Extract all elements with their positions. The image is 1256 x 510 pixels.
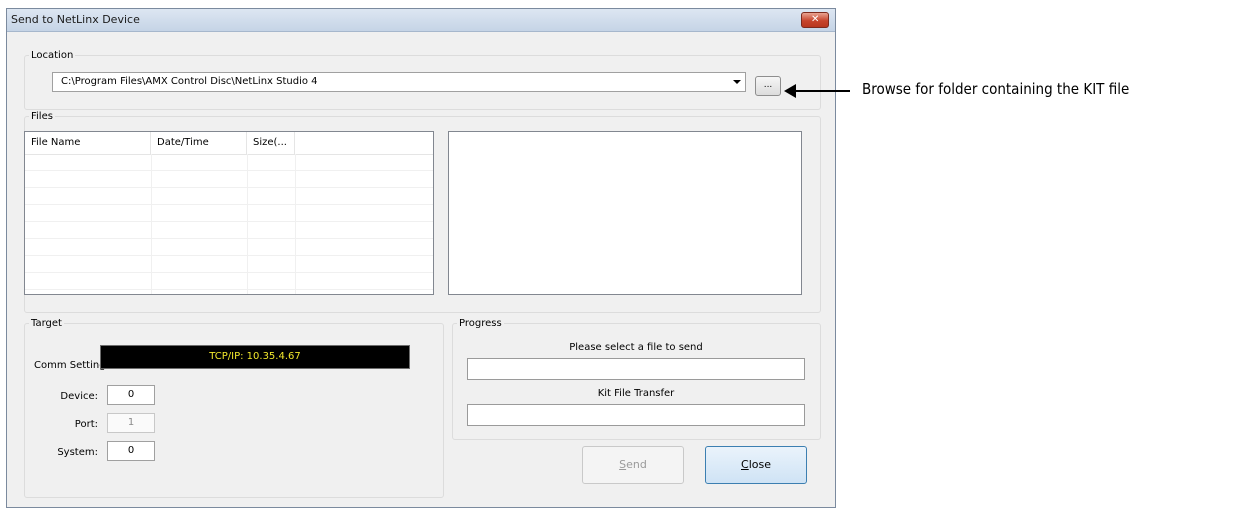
kit-transfer-label: Kit File Transfer: [597, 388, 675, 399]
list-row: [25, 222, 433, 239]
list-row: [25, 205, 433, 222]
window-title: Send to NetLinx Device: [11, 13, 140, 26]
files-legend: Files: [31, 111, 53, 122]
comm-setting-label: Comm Setting:: [34, 360, 109, 371]
list-row: [25, 273, 433, 290]
list-row: [25, 239, 433, 256]
files-list-header: File Name Date/Time Size(...: [25, 132, 433, 155]
progress-legend: Progress: [459, 318, 502, 329]
comm-setting-display[interactable]: TCP/IP: 10.35.4.67: [100, 345, 410, 369]
chevron-down-icon[interactable]: [733, 80, 741, 84]
target-legend: Target: [31, 318, 62, 329]
column-file-name[interactable]: File Name: [25, 132, 151, 154]
column-date-time[interactable]: Date/Time: [151, 132, 247, 154]
kit-progress-bar: [467, 404, 805, 426]
file-details-pane[interactable]: [448, 131, 802, 295]
system-label: System:: [57, 447, 98, 458]
browse-folder-button[interactable]: ...: [755, 76, 781, 96]
location-path-combobox[interactable]: C:\Program Files\AMX Control Disc\NetLin…: [52, 72, 746, 92]
location-legend: Location: [31, 50, 74, 61]
callout-text: Browse for folder containing the KIT fil…: [862, 80, 1130, 98]
window-close-button[interactable]: [801, 12, 829, 28]
send-label-rest: end: [626, 458, 647, 471]
column-size[interactable]: Size(...: [247, 132, 295, 154]
send-button[interactable]: Send: [582, 446, 684, 484]
title-bar: Send to NetLinx Device: [7, 9, 835, 32]
device-field[interactable]: 0: [107, 385, 155, 405]
system-field[interactable]: 0: [107, 441, 155, 461]
progress-status-text: Please select a file to send: [569, 342, 703, 353]
column-empty[interactable]: [295, 132, 433, 154]
port-label: Port:: [74, 419, 98, 430]
list-row: [25, 188, 433, 205]
close-button[interactable]: Close: [705, 446, 807, 484]
files-list[interactable]: File Name Date/Time Size(...: [24, 131, 434, 295]
device-label: Device:: [60, 391, 98, 402]
callout-arrow-line: [794, 90, 850, 92]
location-path-text: C:\Program Files\AMX Control Disc\NetLin…: [61, 76, 318, 87]
close-mnemonic: C: [741, 458, 749, 471]
close-label-rest: lose: [748, 458, 771, 471]
port-field: 1: [107, 413, 155, 433]
list-row: [25, 256, 433, 273]
list-row: [25, 154, 433, 171]
list-row: [25, 171, 433, 188]
file-progress-bar: [467, 358, 805, 380]
